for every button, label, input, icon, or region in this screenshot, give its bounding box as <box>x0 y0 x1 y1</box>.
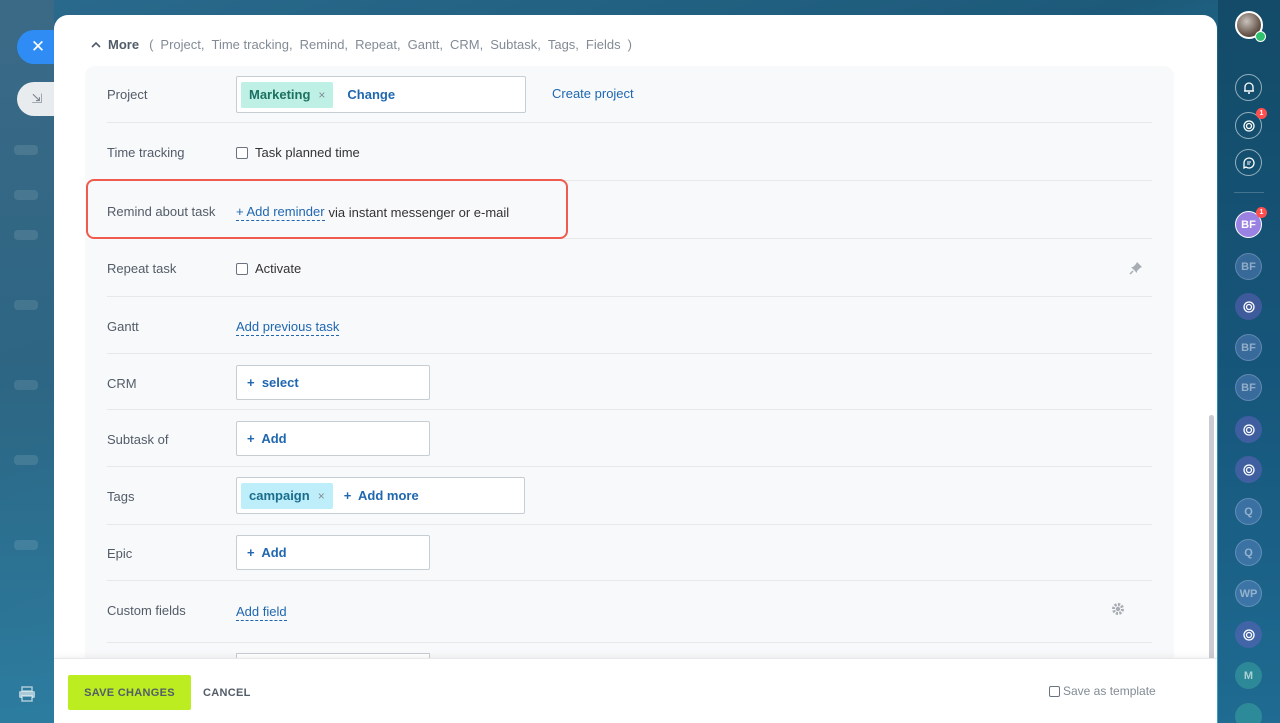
task-edit-panel: More (Project, Time tracking, Remind, Repea… <box>54 15 1217 723</box>
contact-avatar[interactable]: M <box>1235 662 1262 689</box>
activate-repeat-checkbox[interactable] <box>236 262 248 275</box>
minimize-slider-button[interactable]: ⇲ <box>17 82 57 116</box>
field-row-time-tracking: Time tracking Task planned time <box>107 123 1152 181</box>
more-section-header[interactable]: More (Project, Time tracking, Remind, Repea… <box>90 35 639 53</box>
project-tag: Marketing × <box>241 81 334 108</box>
online-status-icon <box>1255 31 1266 42</box>
field-label: Subtask of <box>107 432 169 447</box>
create-project-link[interactable]: Create project <box>552 86 634 101</box>
add-field-link[interactable]: Add field <box>236 604 287 621</box>
panel-scrollbar[interactable] <box>1209 415 1214 685</box>
field-label: Epic <box>107 546 133 561</box>
save-changes-button[interactable]: SAVE CHANGES <box>68 675 191 710</box>
save-as-template-checkbox[interactable] <box>1049 685 1060 697</box>
footer-bar: SAVE CHANGES CANCEL Save as template <box>54 658 1217 723</box>
add-epic-button[interactable]: + Add <box>236 535 430 570</box>
background-ghost <box>14 230 38 240</box>
field-label: Time tracking <box>107 145 185 160</box>
field-label: Custom fields <box>107 603 186 618</box>
contact-avatar[interactable]: BF <box>1235 374 1262 401</box>
background-ghost <box>14 190 38 200</box>
project-selector[interactable]: Marketing × Change <box>236 76 526 113</box>
group-chat-icon[interactable] <box>1235 456 1262 483</box>
change-project-link[interactable]: Change <box>347 87 395 102</box>
minimize-icon: ⇲ <box>31 91 43 106</box>
field-row-repeat: Repeat task Activate <box>107 239 1152 297</box>
add-previous-task-link[interactable]: Add previous task <box>236 319 340 336</box>
field-row-tags: Tags campaign × + Add more <box>107 467 1152 525</box>
chat-icon[interactable] <box>1235 149 1262 176</box>
contact-avatar[interactable]: Q <box>1235 498 1262 525</box>
right-sidebar-rail: 1 BF 1 BF BF BF Q Q WP M <box>1218 0 1280 723</box>
field-label: CRM <box>107 376 137 391</box>
gear-icon[interactable] <box>1111 602 1125 619</box>
group-chat-icon[interactable] <box>1235 416 1262 443</box>
checkbox-label: Activate <box>255 261 302 276</box>
planned-time-checkbox[interactable] <box>236 146 248 159</box>
remove-tag-icon[interactable]: × <box>318 88 325 102</box>
background-ghost <box>14 145 38 155</box>
add-more-tags-link[interactable]: + Add more <box>344 488 419 503</box>
field-label: Gantt <box>107 319 139 334</box>
contact-avatar[interactable]: BF <box>1235 253 1262 280</box>
notification-badge: 1 <box>1256 108 1267 119</box>
checkbox-label: Task planned time <box>255 145 360 160</box>
bell-icon[interactable] <box>1235 74 1262 101</box>
field-row-project: Project Marketing × Change Create projec… <box>107 66 1152 123</box>
close-icon: ✕ <box>30 37 46 56</box>
more-label: More <box>108 36 140 52</box>
pin-icon[interactable] <box>1129 261 1143 278</box>
print-icon[interactable] <box>18 686 36 702</box>
field-label: Tags <box>107 489 135 504</box>
background-ghost <box>14 455 38 465</box>
field-label: Repeat task <box>107 261 177 276</box>
field-row-crm: CRM + select <box>107 354 1152 410</box>
close-slider-button[interactable]: ✕ <box>17 30 57 64</box>
chevron-up-icon <box>90 37 102 51</box>
cancel-button[interactable]: CANCEL <box>203 687 251 699</box>
tag-chip: campaign × <box>241 482 333 509</box>
contact-avatar[interactable]: Q <box>1235 539 1262 566</box>
crm-select-button[interactable]: + select <box>236 365 430 400</box>
save-as-template-option[interactable]: Save as template <box>1049 684 1156 698</box>
field-row-epic: Epic + Add <box>107 525 1152 581</box>
group-chat-icon[interactable] <box>1235 293 1262 320</box>
add-parent-task-button[interactable]: + Add <box>236 421 430 456</box>
field-label: Project <box>107 87 148 102</box>
notification-badge: 1 <box>1256 207 1267 218</box>
background-ghost <box>14 380 38 390</box>
group-chat-icon[interactable] <box>1235 621 1262 648</box>
field-row-subtask: Subtask of + Add <box>107 410 1152 467</box>
contact-avatar[interactable]: WP <box>1235 580 1262 607</box>
more-items-list: (Project, Time tracking, Remind, Repeat, Gan… <box>149 36 632 52</box>
contact-avatar[interactable]: BF <box>1235 334 1262 361</box>
background-ghost <box>14 540 38 550</box>
background-ghost <box>14 300 38 310</box>
field-row-gantt: Gantt Add previous task <box>107 297 1152 354</box>
rail-separator <box>1234 192 1264 193</box>
contact-avatar[interactable] <box>1235 703 1262 723</box>
field-row-custom-fields: Custom fields Add field <box>107 581 1152 643</box>
more-fields-card: Project Marketing × Change Create projec… <box>85 66 1174 686</box>
remove-tag-icon[interactable]: × <box>318 489 325 503</box>
tags-selector[interactable]: campaign × + Add more <box>236 477 525 514</box>
save-as-template-label: Save as template <box>1063 684 1156 698</box>
remind-highlight-frame <box>86 179 568 239</box>
